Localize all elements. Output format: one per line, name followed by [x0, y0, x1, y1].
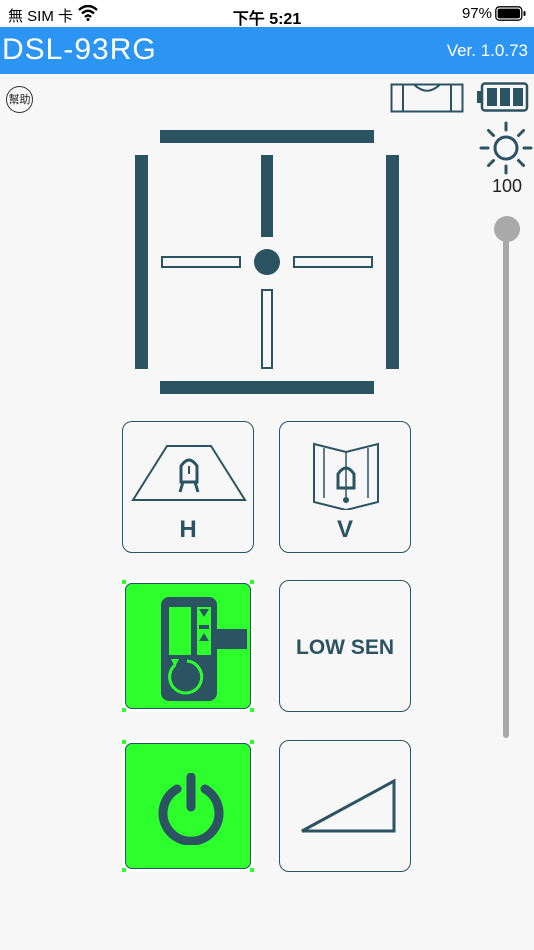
status-bar: 無 SIM 卡 下午 5:21 97%: [0, 0, 534, 28]
slope-icon: [301, 778, 396, 833]
status-time: 下午 5:21: [232, 11, 302, 28]
brightness-value: 100: [491, 176, 523, 196]
battery-icon: [495, 6, 526, 21]
horizontal-laser-icon: [131, 445, 247, 501]
device-battery-icon: [477, 82, 529, 112]
vertical-mode-button[interactable]: V: [279, 421, 411, 553]
help-button[interactable]: 幫助: [6, 86, 33, 113]
low-sensitivity-label: LOW SEN: [296, 636, 394, 659]
device-title: DSL-93RG: [2, 33, 157, 66]
horizontal-mode-button[interactable]: H: [122, 421, 254, 553]
low-sensitivity-button[interactable]: LOW SEN: [279, 580, 411, 712]
receiver-mode-button[interactable]: [122, 580, 254, 712]
power-button[interactable]: [122, 740, 254, 872]
sun-icon: [479, 121, 533, 175]
app-header: DSL-93RG Ver. 1.0.73: [0, 27, 534, 74]
brightness-slider-thumb[interactable]: [494, 216, 520, 242]
power-icon: [158, 773, 224, 845]
laser-crosshair-display: [135, 130, 399, 394]
battery-percent: 97%: [461, 5, 492, 22]
vertical-mode-label: V: [336, 516, 353, 543]
vertical-laser-icon: [313, 442, 379, 510]
level-icon: [390, 83, 464, 113]
horizontal-mode-label: H: [179, 516, 197, 543]
brightness-slider-track[interactable]: [503, 233, 509, 738]
slope-mode-button[interactable]: [279, 740, 411, 872]
laser-receiver-icon: [161, 597, 247, 701]
version-label: Ver. 1.0.73: [446, 41, 528, 60]
